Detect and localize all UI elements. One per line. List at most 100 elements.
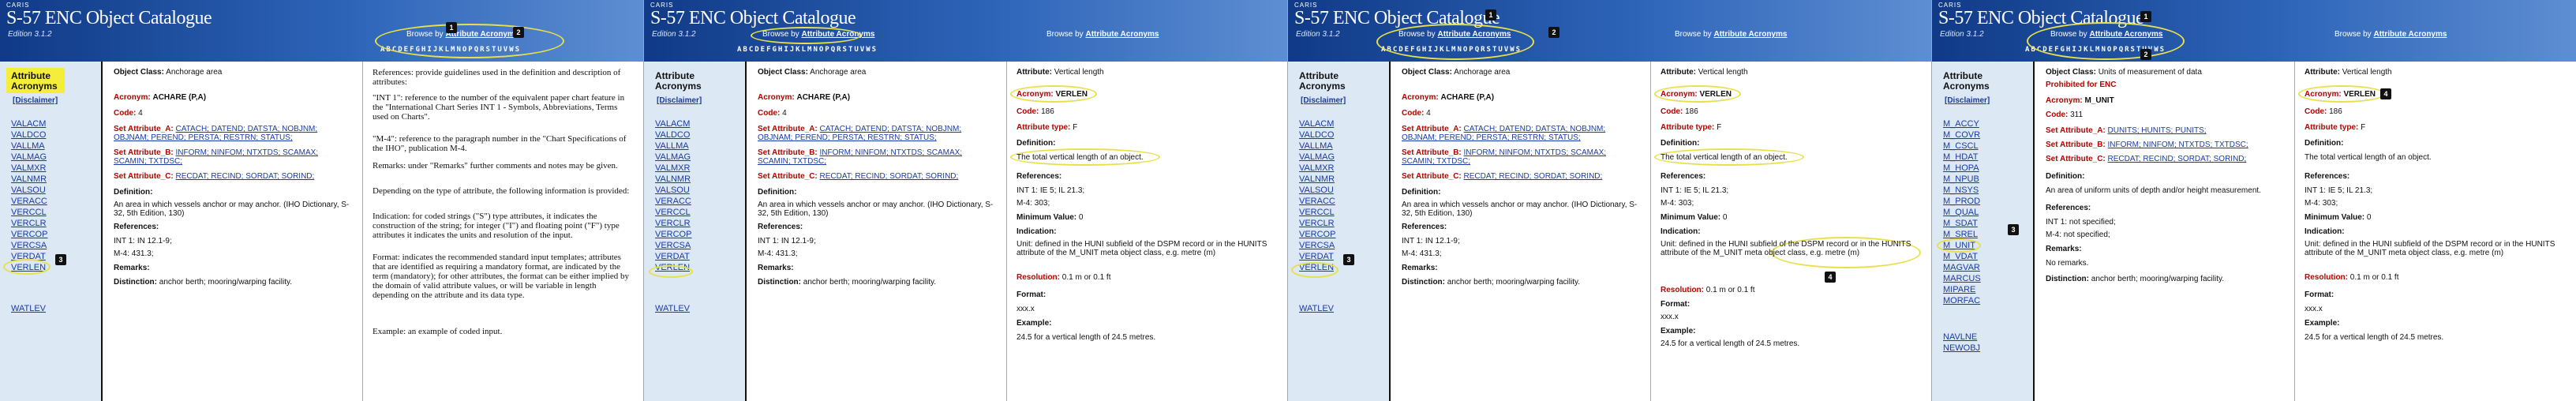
attribute-definition: The total vertical length of an object.: [2305, 153, 2432, 162]
list-item[interactable]: VERCOP: [1299, 229, 1335, 240]
list-item[interactable]: M_NSYS: [1943, 185, 1981, 196]
list-item[interactable]: MIPARE: [1943, 284, 1981, 295]
list-item[interactable]: VALMAG: [655, 152, 691, 163]
list-item[interactable]: M_SDAT: [1943, 218, 1981, 229]
set-b-links[interactable]: INFORM; NINFOM; NTXTDS; TXTDSC;: [2108, 141, 2248, 149]
list-item[interactable]: VERCLR: [655, 218, 691, 229]
list-item[interactable]: VALNMR: [11, 174, 47, 185]
edition-label: Edition 3.1.2: [8, 30, 52, 39]
attribute-definition: The total vertical length of an object.: [1017, 153, 1144, 162]
list-item[interactable]: VERCCL: [655, 207, 691, 218]
list-item[interactable]: WATLEV: [1299, 303, 1334, 314]
attribute-definition: The total vertical length of an object.: [1661, 153, 1788, 162]
list-item[interactable]: VALSOU: [1299, 185, 1335, 196]
list-item[interactable]: VERACC: [1299, 196, 1335, 207]
disclaimer-link[interactable]: [Disclaimer]: [1945, 96, 1990, 105]
disclaimer-link[interactable]: [Disclaimer]: [1301, 96, 1346, 105]
list-item[interactable]: VERCOP: [655, 229, 691, 240]
list-item[interactable]: M_VDAT: [1943, 251, 1981, 262]
list-item[interactable]: VERCLR: [11, 218, 47, 229]
list-item[interactable]: VALDCO: [1299, 129, 1335, 141]
list-item[interactable]: VALSOU: [655, 185, 691, 196]
sidebar-title: Attribute Acronyms: [1299, 70, 1346, 92]
set-c-links[interactable]: RECDAT; RECIND; SORDAT; SORIND;: [2108, 155, 2247, 163]
attribute-acronyms-link[interactable]: Attribute Acronyms: [1085, 30, 1159, 39]
list-item[interactable]: VALLMA: [11, 141, 47, 152]
list-item[interactable]: VERDAT: [1299, 251, 1335, 262]
list-item[interactable]: VERCCL: [1299, 207, 1335, 218]
step-marker-1: 1: [2140, 11, 2151, 22]
list-item[interactable]: VERACC: [11, 196, 47, 207]
list-item[interactable]: WATLEV: [11, 303, 46, 314]
list-item[interactable]: M_ACCY: [1943, 118, 1981, 129]
list-item[interactable]: VALLMA: [655, 141, 691, 152]
step-marker-4: 4: [1825, 272, 1836, 283]
list-item[interactable]: M_COVR: [1943, 129, 1981, 141]
attribute-list: VALACM VALDCO VALLMA VALMAG VALMXR VALNM…: [655, 118, 691, 273]
list-item[interactable]: VALACM: [1299, 118, 1335, 129]
list-item[interactable]: VALNMR: [655, 174, 691, 185]
list-item[interactable]: VERCOP: [11, 229, 47, 240]
attribute-acronyms-link[interactable]: Attribute Acronyms: [1713, 30, 1787, 39]
list-item[interactable]: M_HOPA: [1943, 163, 1981, 174]
list-item[interactable]: VALDCO: [11, 129, 47, 141]
step-marker-3: 3: [55, 254, 66, 265]
list-item[interactable]: VALDCO: [655, 129, 691, 141]
list-item[interactable]: MORFAC: [1943, 295, 1981, 306]
highlight-ellipse: [751, 27, 861, 44]
page-title: S-57 ENC Object Catalogue: [650, 8, 856, 28]
list-item[interactable]: VERDAT: [655, 251, 691, 262]
list-item[interactable]: VERCSA: [655, 240, 691, 251]
disclaimer-link[interactable]: [Disclaimer]: [13, 96, 58, 105]
disclaimer-link[interactable]: [Disclaimer]: [657, 96, 702, 105]
list-item[interactable]: VALMXR: [655, 163, 691, 174]
object-acronym: ACHARE (P,A): [796, 93, 851, 102]
step-marker-2: 2: [2140, 49, 2151, 60]
list-item[interactable]: M_PROD: [1943, 196, 1981, 207]
list-item[interactable]: VERACC: [655, 196, 691, 207]
list-item[interactable]: M_NPUB: [1943, 174, 1981, 185]
list-item[interactable]: VERCLR: [1299, 218, 1335, 229]
list-item[interactable]: VERCCL: [11, 207, 47, 218]
list-item[interactable]: NAVLNE: [1943, 332, 1980, 343]
list-item[interactable]: WATLEV: [655, 303, 690, 314]
step-marker-4: 4: [2380, 88, 2391, 99]
list-item[interactable]: VALLMA: [1299, 141, 1335, 152]
list-item[interactable]: VERCSA: [1299, 240, 1335, 251]
list-item[interactable]: VALSOU: [11, 185, 47, 196]
list-item[interactable]: MAGVAR: [1943, 262, 1981, 273]
attribute-acronyms-link[interactable]: Attribute Acronyms: [2373, 30, 2447, 39]
list-item[interactable]: VALMXR: [11, 163, 47, 174]
sidebar: Attribute Acronyms [Disclaimer] VALACM VA…: [644, 62, 747, 401]
highlight-ellipse: [1376, 24, 1534, 60]
step-marker-1: 1: [1485, 9, 1496, 21]
screenshot-panel-2: CARIS S-57 ENC Object Catalogue Edition …: [644, 0, 1288, 401]
list-item[interactable]: VALACM: [655, 118, 691, 129]
set-c-links[interactable]: RECDAT; RECIND; SORDAT; SORIND;: [820, 172, 959, 181]
sidebar-title: Attribute Acronyms: [1943, 70, 1990, 92]
list-item[interactable]: M_CSCL: [1943, 141, 1981, 152]
catalogue-header: CARIS S-57 ENC Object Catalogue Edition …: [1932, 0, 2576, 62]
list-item[interactable]: VALMAG: [1299, 152, 1335, 163]
list-item[interactable]: M_QUAL: [1943, 207, 1981, 218]
set-c-links[interactable]: RECDAT; RECIND; SORDAT; SORIND;: [1464, 172, 1603, 181]
list-item[interactable]: VALACM: [11, 118, 47, 129]
object-class-name: Anchorage area: [810, 68, 867, 77]
alphabet-nav[interactable]: ABCDEFGHIJKLMNOPQRSTUVWS: [737, 46, 878, 54]
set-a-links[interactable]: DUNITS; HUNITS; PUNITS;: [2108, 126, 2207, 135]
list-item[interactable]: VALMAG: [11, 152, 47, 163]
attribute-list-tail: NAVLNE NEWOBJ: [1943, 332, 1980, 354]
screenshot-panel-4: CARIS S-57 ENC Object Catalogue Edition …: [1932, 0, 2576, 401]
attribute-list-tail: WATLEV: [1299, 303, 1334, 314]
list-item[interactable]: VERCSA: [11, 240, 47, 251]
definition-text: An area of uniform units of depth and/or…: [2046, 186, 2261, 195]
list-item[interactable]: VALNMR: [1299, 174, 1335, 185]
sidebar-title: Attribute Acronyms: [11, 70, 58, 92]
list-item[interactable]: MARCUS: [1943, 273, 1981, 284]
sidebar: Attribute Acronyms [Disclaimer] VALACM VA…: [0, 62, 103, 401]
object-class-column: Object Class: Anchorage area Acronym: AC…: [106, 62, 363, 401]
list-item[interactable]: VALMXR: [1299, 163, 1335, 174]
set-c-links[interactable]: RECDAT; RECIND; SORDAT; SORIND;: [176, 172, 315, 181]
list-item[interactable]: M_HDAT: [1943, 152, 1981, 163]
list-item[interactable]: NEWOBJ: [1943, 343, 1980, 354]
